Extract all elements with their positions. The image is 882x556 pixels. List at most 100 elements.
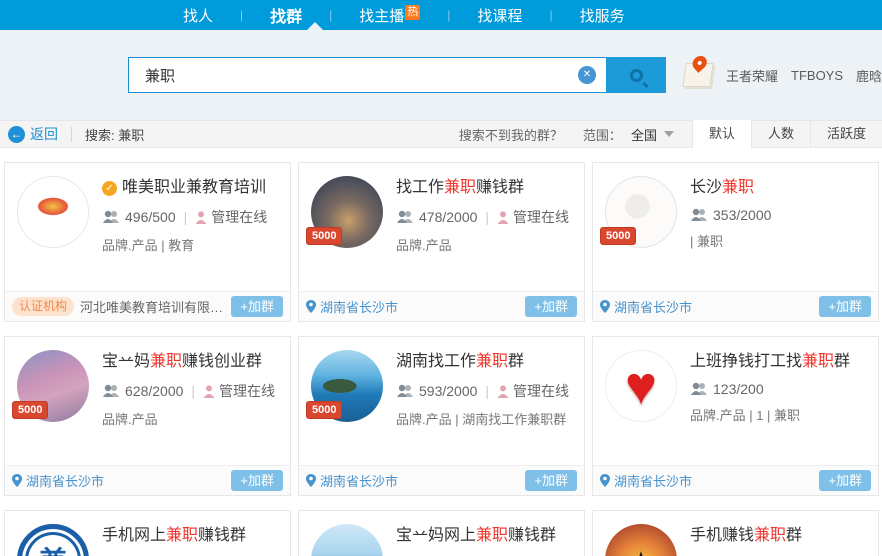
location-wrap: 湖南省长沙市 (600, 297, 692, 316)
members-icon (690, 208, 708, 222)
capacity-badge: 5000 (600, 227, 636, 245)
nav-divider: | (240, 8, 243, 22)
search-input[interactable] (128, 57, 606, 93)
capacity-badge: 5000 (12, 401, 48, 419)
group-title[interactable]: ✓ 手机网上兼职赚钱群 (102, 526, 278, 546)
admin-icon (497, 385, 509, 398)
sort-tab-default[interactable]: 默认 (692, 120, 751, 148)
member-count-line: 593/2000 | 管理在线 (396, 381, 572, 401)
card-footer: 湖南省长沙市 +加群 (299, 465, 584, 495)
member-count: 628/2000 (125, 383, 183, 399)
search-box: ✕ (128, 57, 666, 93)
clear-search-icon[interactable]: ✕ (578, 66, 596, 84)
group-card: ✓ 唯美职业兼教育培训 496/500 | 管理在线 (4, 162, 291, 322)
member-count-line: 628/2000 | 管理在线 (102, 381, 278, 401)
members-icon (102, 210, 120, 224)
group-title[interactable]: ✓ 宝䒑妈兼职赚钱创业群 (102, 352, 278, 372)
location-wrap: 湖南省长沙市 (306, 471, 398, 490)
location-label: 湖南省长沙市 (320, 297, 398, 316)
location-pin-icon (306, 474, 316, 487)
admin-icon (195, 211, 207, 224)
group-title[interactable]: ✓ 宝䒑妈网上兼职赚钱群 (396, 526, 572, 546)
member-count-line: 353/2000 | (690, 207, 866, 223)
card-footer: 湖南省长沙市 +加群 (299, 291, 584, 321)
group-title[interactable]: ✓ 上班挣钱打工找兼职群 (690, 352, 866, 372)
magnifier-icon (630, 69, 643, 82)
location-pin-icon (306, 300, 316, 313)
group-avatar[interactable] (17, 176, 89, 248)
filter-toolbar: ← 返回 搜索: 兼职 搜索不到我的群？ 范围： 全国 默认 人数 活跃度 (0, 120, 882, 148)
group-tags: 品牌.产品 (396, 235, 572, 254)
group-card: ✓ 宝䒑妈网上兼职赚钱群 205/2000 | 管理在线 (298, 510, 585, 556)
join-group-button[interactable]: +加群 (231, 296, 283, 317)
admin-online-label: 管理在线 (211, 207, 267, 227)
cert-org-badge: 认证机构 (12, 297, 74, 316)
nav-tab-find-group[interactable]: 找群 (270, 3, 302, 27)
group-avatar[interactable]: ♥ (605, 350, 677, 422)
location-label: 湖南省长沙市 (614, 297, 692, 316)
cant-find-group-link[interactable]: 搜索不到我的群？ (459, 125, 563, 144)
nav-tab-find-service[interactable]: 找服务 (580, 5, 625, 26)
search-query-label: 搜索: 兼职 (85, 125, 144, 144)
active-tab-caret (307, 22, 323, 30)
group-avatar[interactable]: ★ (605, 524, 677, 556)
hot-word[interactable]: 王者荣耀 (726, 66, 778, 85)
back-arrow-icon: ← (8, 126, 25, 143)
map-pin-icon (682, 63, 713, 87)
group-tags: 品牌.产品 | 教育 (102, 235, 278, 254)
location-wrap: 湖南省长沙市 (12, 471, 104, 490)
location-label: 湖南省长沙市 (614, 471, 692, 490)
group-title[interactable]: ✓ 湖南找工作兼职群 (396, 352, 572, 372)
cert-org-wrap: 认证机构 河北唯美教育培训有限公司 (12, 297, 231, 316)
avatar-glyph: ♥ (625, 356, 657, 416)
group-avatar[interactable] (311, 524, 383, 556)
back-button[interactable]: ← 返回 (8, 124, 58, 144)
card-footer: 湖南省长沙市 +加群 (5, 465, 290, 495)
search-header: ✕ 王者荣耀 TFBOYS 鹿晗 (0, 30, 882, 120)
join-group-button[interactable]: +加群 (525, 296, 577, 317)
group-tags: 品牌.产品 | 1 | 兼职 (690, 405, 866, 424)
capacity-badge: 5000 (306, 227, 342, 245)
join-group-button[interactable]: +加群 (231, 470, 283, 491)
member-count: 496/500 (125, 209, 176, 225)
join-group-button[interactable]: +加群 (525, 470, 577, 491)
members-icon (102, 384, 120, 398)
admin-online-label: 管理在线 (219, 381, 275, 401)
group-card: ♥ ✓ 上班挣钱打工找兼职群 123/200 | (592, 336, 879, 496)
nav-divider: | (549, 8, 552, 22)
admin-online-label: 管理在线 (513, 207, 569, 227)
group-avatar[interactable]: 兼 (17, 524, 89, 556)
admin-online-label: 管理在线 (513, 381, 569, 401)
member-count-line: 496/500 | 管理在线 (102, 207, 278, 227)
member-count: 593/2000 (419, 383, 477, 399)
location-wrap: 湖南省长沙市 (600, 471, 692, 490)
join-group-button[interactable]: +加群 (819, 296, 871, 317)
nav-tab-find-people[interactable]: 找人 (183, 5, 213, 26)
admin-online-wrap: | 管理在线 (176, 207, 268, 227)
member-count: 353/2000 (713, 207, 771, 223)
group-grid: ✓ 唯美职业兼教育培训 496/500 | 管理在线 (0, 148, 882, 556)
group-title[interactable]: ✓ 唯美职业兼教育培训 (102, 178, 278, 198)
group-card: 兼 ✓ 手机网上兼职赚钱群 138/200 | (4, 510, 291, 556)
divider: | (191, 383, 195, 399)
avatar-glyph: ★ (628, 546, 655, 556)
hot-word[interactable]: 鹿晗 (856, 66, 882, 85)
members-icon (396, 210, 414, 224)
chevron-down-icon[interactable] (664, 131, 674, 137)
group-card: 5000 ✓ 湖南找工作兼职群 593/2000 | (298, 336, 585, 496)
scope-select[interactable]: 全国 (631, 125, 657, 144)
cert-org-name: 河北唯美教育培训有限公司 (80, 297, 231, 316)
nav-tab-find-streamer[interactable]: 找主播热 (359, 5, 420, 26)
top-nav: 找人 | 找群 | 找主播热 | 找课程 | 找服务 (0, 0, 882, 30)
group-title[interactable]: ✓ 手机赚钱兼职群 (690, 526, 866, 546)
sort-tab-activity[interactable]: 活跃度 (810, 120, 882, 148)
group-title[interactable]: ✓ 找工作兼职赚钱群 (396, 178, 572, 198)
search-button[interactable] (606, 57, 666, 93)
join-group-button[interactable]: +加群 (819, 470, 871, 491)
admin-icon (203, 385, 215, 398)
group-title[interactable]: ✓ 长沙兼职 (690, 178, 866, 198)
hot-word[interactable]: TFBOYS (791, 68, 843, 83)
sort-tab-members[interactable]: 人数 (751, 120, 810, 148)
nav-tab-find-course[interactable]: 找课程 (477, 5, 522, 26)
admin-online-wrap: | 管理在线 (477, 381, 569, 401)
